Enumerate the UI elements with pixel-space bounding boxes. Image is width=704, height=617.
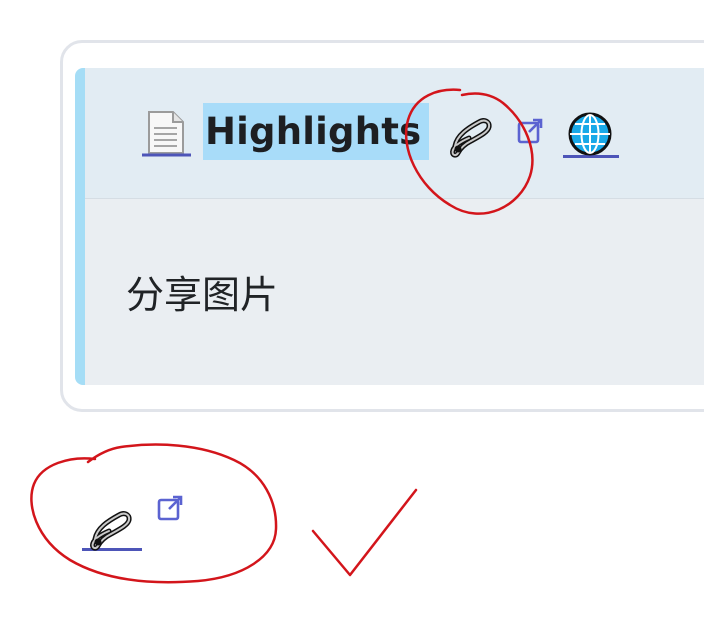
red-checkmark-annotation — [311, 488, 418, 577]
globe-icon — [568, 112, 612, 156]
document-icon[interactable] — [142, 108, 192, 158]
screenshot-stage: Highlights 分享图片 — [0, 0, 704, 617]
globe-link[interactable] — [563, 112, 619, 158]
safety-pin-icon — [90, 511, 132, 551]
red-circle-annotation-bottom — [30, 443, 278, 584]
safety-pin-icon[interactable] — [446, 110, 496, 160]
highlight-title[interactable]: Highlights — [205, 103, 421, 160]
external-link-icon[interactable] — [516, 117, 544, 145]
safety-pin-link[interactable] — [82, 503, 142, 551]
external-link-icon[interactable] — [156, 494, 184, 522]
highlight-body: 分享图片 — [126, 273, 279, 317]
